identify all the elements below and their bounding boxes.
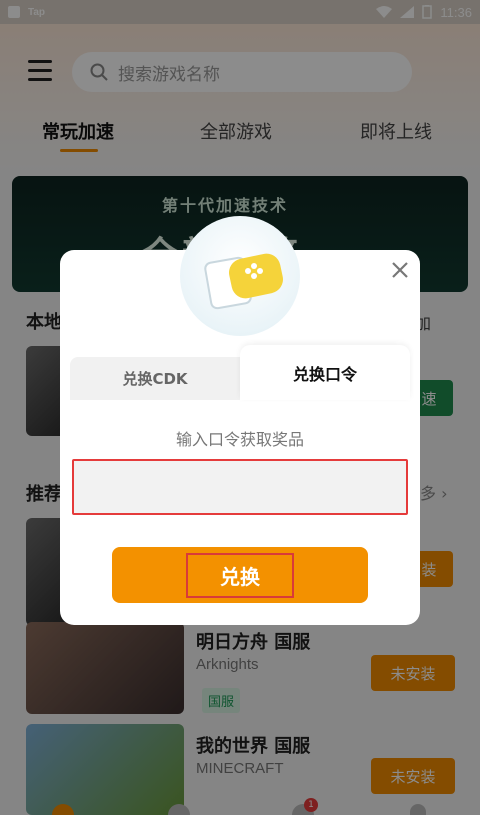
command-input[interactable] bbox=[72, 459, 408, 515]
close-icon[interactable] bbox=[390, 260, 410, 280]
dialog-hint: 输入口令获取奖品 bbox=[175, 430, 304, 449]
game-controller-illustration bbox=[180, 216, 300, 336]
dialog-tabbar: 兑换CDK 兑换口令 bbox=[70, 345, 410, 400]
redeem-dialog: 兑换CDK 兑换口令 输入口令获取奖品 兑换 bbox=[60, 216, 420, 625]
tab-redeem-command[interactable]: 兑换口令 bbox=[240, 345, 410, 400]
tab-redeem-cdk[interactable]: 兑换CDK bbox=[70, 357, 240, 400]
redeem-button[interactable]: 兑换 bbox=[112, 547, 368, 603]
controller-icon bbox=[204, 253, 283, 310]
redeem-button-label: 兑换 bbox=[186, 552, 294, 598]
